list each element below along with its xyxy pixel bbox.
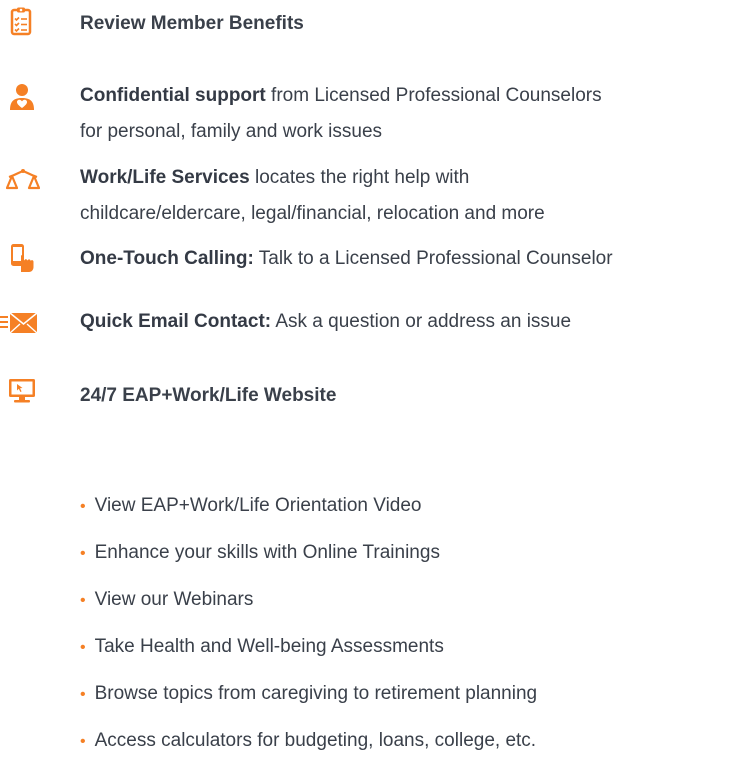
page-title: Review Member Benefits (80, 13, 304, 34)
benefit-line-2: for personal, family and work issues (80, 121, 383, 142)
bullet-marker: • (80, 592, 86, 609)
list-item-label: View EAP+Work/Life Orientation Video (94, 495, 422, 516)
scales-icon (6, 169, 40, 190)
benefit-bold-label: One-Touch Calling: (80, 248, 254, 269)
list-item[interactable]: • Browse topics from caregiving to retire… (80, 678, 537, 725)
list-item-label: Enhance your skills with Online Training… (94, 542, 440, 563)
person-counselor-icon (10, 84, 34, 110)
bullet-marker: • (80, 545, 86, 562)
website-feature-list: • View EAP+Work/Life Orientation Video • E… (80, 490, 537, 772)
list-item-label: Browse topics from caregiving to retirem… (94, 683, 538, 704)
website-title[interactable]: 24/7 EAP+Work/Life Website (80, 378, 336, 414)
monitor-cursor-icon (9, 379, 35, 403)
list-item[interactable]: • Enhance your skills with Online Trainin… (80, 537, 537, 584)
benefit-line-1: Work/Life Services locates the right hel… (80, 160, 469, 196)
list-item[interactable]: • Access calculators for budgeting, loans… (80, 725, 537, 772)
email-send-icon (0, 312, 38, 334)
benefit-line-1[interactable]: One-Touch Calling: Talk to a Licensed Pr… (80, 241, 613, 277)
bullet-marker: • (80, 498, 86, 515)
benefit-description: from Licensed Professional Counselors (265, 85, 602, 106)
benefit-line-1: Confidential support from Licensed Profe… (80, 78, 602, 114)
phone-tap-icon (11, 244, 34, 272)
bullet-marker: • (80, 686, 86, 703)
bullet-marker: • (80, 733, 86, 750)
clipboard-checklist-icon (10, 7, 32, 36)
list-item-label: Take Health and Well-being Assessments (94, 636, 444, 657)
benefit-line-2: childcare/eldercare, legal/financial, re… (80, 203, 545, 224)
benefit-bold-label: Work/Life Services (80, 167, 250, 188)
benefit-description: Ask a question or address an issue (271, 311, 572, 332)
benefit-bold-label: Quick Email Contact: (80, 311, 272, 332)
list-item-label: View our Webinars (94, 589, 254, 610)
benefit-bold-label: Confidential support (80, 85, 266, 106)
list-item[interactable]: • View EAP+Work/Life Orientation Video (80, 490, 537, 537)
list-item[interactable]: • Take Health and Well-being Assessments (80, 631, 537, 678)
benefit-description: Talk to a Licensed Professional Counselo… (253, 248, 613, 269)
list-item[interactable]: • View our Webinars (80, 584, 537, 631)
benefit-line-1[interactable]: Quick Email Contact: Ask a question or a… (80, 304, 571, 340)
bullet-marker: • (80, 639, 86, 656)
benefit-description: locates the right help with (249, 167, 470, 188)
list-item-label: Access calculators for budgeting, loans,… (94, 730, 537, 751)
